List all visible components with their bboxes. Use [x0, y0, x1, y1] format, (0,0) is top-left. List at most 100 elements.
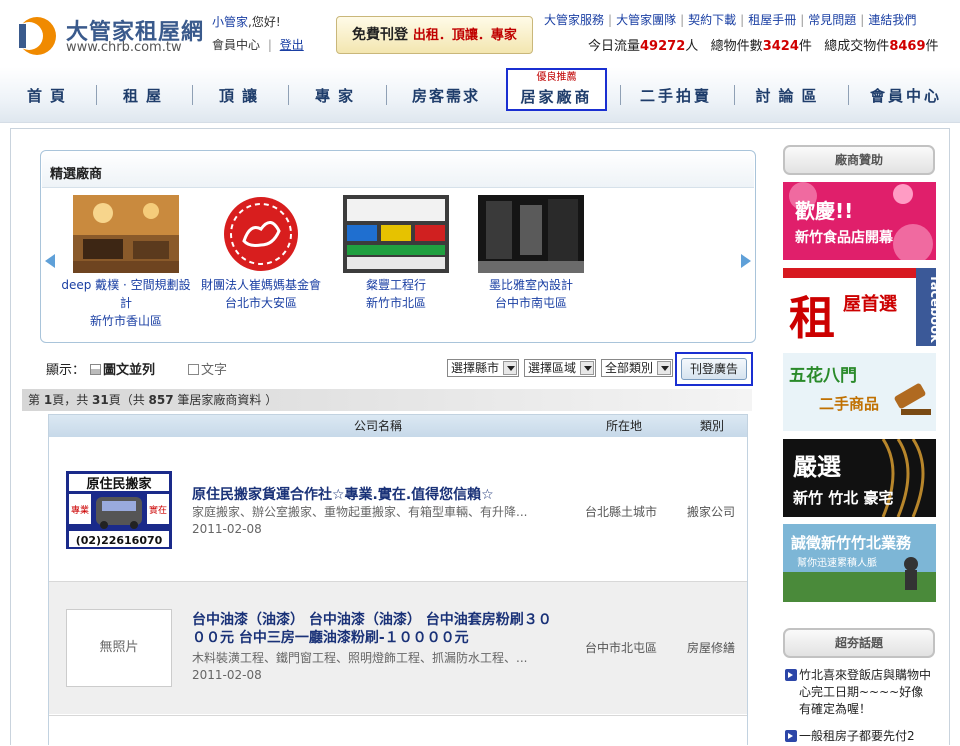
deals-value: 8469 — [889, 39, 926, 54]
main-nav: 首頁 租屋 頂讓 專家 房客需求 優良推薦 居家廠商 二手拍賣 討論區 會員中心 — [0, 67, 960, 123]
hot-topic-item[interactable]: 竹北喜來登飯店與購物中心完工日期~~~~好像有確定為喔！ — [785, 667, 935, 718]
listing-desc: 家庭搬家、辦公室搬家、重物起重搬家、有箱型車輛、有升降... — [192, 505, 528, 519]
deals-unit: 件 — [925, 39, 939, 54]
hot-topics-heading: 超夯話題 — [783, 628, 935, 658]
listing-title[interactable]: 原住民搬家貨運合作社☆專業.實在.值得您信賴☆ — [192, 486, 562, 504]
vendor-logo-foundation[interactable] — [208, 195, 314, 273]
site-stats: 今日流量49272人 總物件數3424件 總成交物件8469件 — [588, 35, 939, 54]
vendor-photo-interior[interactable] — [478, 195, 584, 273]
nav-expert[interactable]: 專家 — [298, 81, 378, 111]
nav-rent[interactable]: 租屋 — [106, 81, 186, 111]
table-row[interactable]: 原住民搬家 專業 實在 (02)22616070 原住民搬家貨運合作社☆專業.實… — [49, 448, 747, 581]
logo-icon[interactable] — [13, 14, 57, 58]
featured-vendor[interactable]: 財團法人崔媽媽基金會 台北市大安區 — [196, 195, 326, 312]
chevron-down-icon — [657, 361, 671, 375]
logo-url[interactable]: www.chrb.com.tw — [66, 40, 182, 55]
nav-home-vendors-label: 居家廠商 — [520, 88, 593, 106]
text-view-icon — [188, 364, 199, 375]
view-image-toggle[interactable]: 圖文並列 — [90, 359, 155, 378]
vendor-name[interactable]: 財團法人崔媽媽基金會 — [196, 276, 326, 294]
chevron-down-icon — [503, 361, 517, 375]
nav-home[interactable]: 首頁 — [10, 81, 90, 111]
toplink-team[interactable]: 大管家團隊 — [616, 13, 676, 27]
no-photo-placeholder: 無照片 — [66, 609, 172, 687]
user-links: 會員中心 | 登出 — [212, 36, 304, 53]
nav-recommend-badge: 優良推薦 — [536, 72, 577, 83]
sponsor-ad-hiring[interactable]: 誠徵新竹竹北業務 幫你迅速累積人脈 — [783, 524, 936, 602]
traffic-value: 49272 — [640, 39, 686, 54]
toplink-separator: | — [800, 13, 805, 27]
hot-topic-item[interactable]: 一般租房子都要先付2 — [785, 728, 935, 745]
carousel-prev-icon[interactable] — [45, 254, 55, 268]
free-listing-button[interactable]: 免費刊登 出租．頂讓．專家 — [336, 16, 533, 54]
table-row[interactable] — [49, 715, 747, 746]
nav-auction[interactable]: 二手拍賣 — [630, 81, 722, 111]
nav-home-vendors[interactable]: 優良推薦 居家廠商 — [506, 68, 607, 111]
sponsor-heading: 廠商贊助 — [783, 145, 935, 175]
view-image-label: 圖文並列 — [103, 363, 156, 378]
featured-vendor[interactable]: 粲豐工程行 新竹市北區 — [331, 195, 461, 312]
city-select-value: 選擇縣市 — [451, 361, 500, 375]
listing-photo[interactable]: 原住民搬家 專業 實在 (02)22616070 — [66, 471, 172, 549]
district-select-value: 選擇區域 — [528, 361, 577, 375]
view-text-toggle[interactable]: 文字 — [188, 359, 227, 378]
list-toolbar: 顯示： 圖文並列 文字 選擇縣市 選擇區域 全部類別 刊登廣告 — [46, 352, 756, 386]
category-select-value: 全部類別 — [605, 361, 654, 375]
nav-divider — [192, 85, 193, 105]
current-page: 1 — [43, 393, 53, 407]
toplink-faq[interactable]: 常見問題 — [808, 13, 856, 27]
total-pages: 31 — [92, 393, 109, 407]
nav-member[interactable]: 會員中心 — [856, 81, 956, 111]
vendor-listing-table: 公司名稱 所在地 類別 原住民搬家 專業 實在 (02)22616070 原住民… — [48, 414, 748, 746]
toplink-separator: | — [860, 13, 865, 27]
photo-banner-text: 原住民搬家 — [86, 476, 152, 492]
ad-line1: 五花八門 — [789, 365, 857, 386]
toplink-links[interactable]: 連結我們 — [868, 13, 916, 27]
featured-vendor[interactable]: 墨比雅室內設計 台中市南屯區 — [466, 195, 596, 312]
city-select[interactable]: 選擇縣市 — [447, 359, 519, 377]
traffic-label: 今日流量 — [588, 39, 641, 54]
sponsor-ad-facebook[interactable]: 租 屋首選 facebook — [783, 268, 936, 346]
nav-divider — [848, 85, 849, 105]
sponsor-ad-food-store[interactable]: 歡慶!! 新竹食品店開幕 — [783, 182, 936, 260]
district-select[interactable]: 選擇區域 — [524, 359, 596, 377]
post-ad-button[interactable]: 刊登廣告 — [681, 358, 747, 380]
vendor-photo-sign[interactable] — [343, 195, 449, 273]
nav-tenant-needs[interactable]: 房客需求 — [396, 81, 496, 111]
traffic-unit: 人 — [685, 39, 699, 54]
toplink-manual[interactable]: 租屋手冊 — [748, 13, 796, 27]
vendor-area: 台北市大安區 — [224, 296, 297, 310]
logout-link[interactable]: 登出 — [280, 38, 304, 52]
ad-line2: 新竹 竹北 豪宅 — [793, 489, 893, 507]
carousel-next-icon[interactable] — [741, 254, 751, 268]
ad-facebook-text: facebook — [927, 276, 936, 343]
username-link[interactable]: 小管家 — [212, 15, 248, 29]
toplink-service[interactable]: 大管家服務 — [544, 13, 604, 27]
nav-forum[interactable]: 討論區 — [744, 81, 836, 111]
sponsor-ad-secondhand[interactable]: 五花八門 二手商品 — [783, 353, 936, 431]
photo-phone-text: (02)22616070 — [76, 534, 163, 547]
listing-title[interactable]: 台中油漆（油漆） 台中油漆（油漆） 台中油套房粉刷３０００元 台中三房一廳油漆粉… — [192, 611, 562, 647]
toplink-separator: | — [740, 13, 745, 27]
vendor-name[interactable]: 墨比雅室內設計 — [466, 276, 596, 294]
toplink-contract[interactable]: 契約下載 — [688, 13, 736, 27]
sponsor-ad-luxury-home[interactable]: 嚴選 新竹 竹北 豪宅 — [783, 439, 936, 517]
listing-date: 2011-02-08 — [192, 668, 262, 682]
top-links: 大管家服務 | 大管家團隊 | 契約下載 | 租屋手冊 | 常見問題 | 連結我們 — [544, 11, 916, 28]
column-location: 所在地 — [606, 419, 643, 433]
category-select[interactable]: 全部類別 — [601, 359, 673, 377]
nav-divider — [734, 85, 735, 105]
nav-divider — [288, 85, 289, 105]
nav-divider — [620, 85, 621, 105]
listing-category: 房屋修繕 — [687, 641, 736, 655]
chevron-down-icon — [580, 361, 594, 375]
ad-rent-text: 屋首選 — [843, 293, 897, 315]
featured-vendor[interactable]: deep 戴樸 · 空間規劃設計 新竹市香山區 — [61, 195, 191, 330]
vendor-name[interactable]: deep 戴樸 · 空間規劃設計 — [61, 276, 191, 312]
pageinfo-text: 頁（共 — [108, 393, 149, 407]
table-row[interactable]: 無照片 台中油漆（油漆） 台中油漆（油漆） 台中油套房粉刷３０００元 台中三房一… — [49, 581, 747, 714]
member-center-link[interactable]: 會員中心 — [212, 38, 260, 52]
nav-transfer[interactable]: 頂讓 — [202, 81, 282, 111]
vendor-photo-deep[interactable] — [73, 195, 179, 273]
vendor-name[interactable]: 粲豐工程行 — [331, 276, 461, 294]
